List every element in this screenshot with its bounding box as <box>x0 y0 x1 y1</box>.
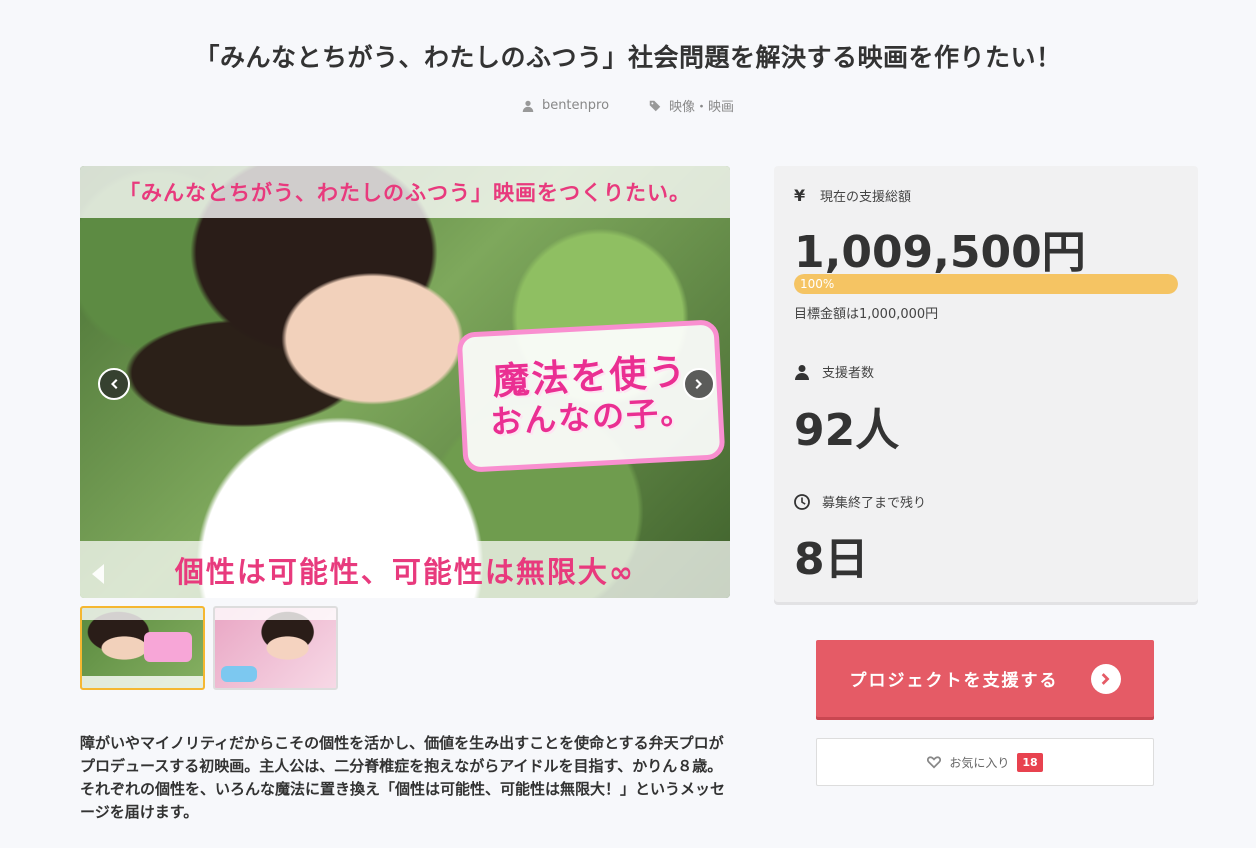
thumbnail-banner-top <box>82 608 203 620</box>
chevron-right-icon <box>695 379 702 389</box>
slide-logo: 魔法を使う おんなの子。 <box>456 319 726 473</box>
favorite-count-badge: 18 <box>1017 752 1043 772</box>
funding-progress-bar: 100% <box>794 274 1178 294</box>
amount-label: 現在の支援総額 <box>820 190 912 205</box>
caret-left-icon <box>92 564 104 584</box>
thumbnail-1[interactable] <box>80 606 205 690</box>
user-icon <box>522 100 534 112</box>
category-link[interactable]: 映像・映画 <box>649 96 734 115</box>
remaining-label: 募集終了まで残り <box>822 496 927 511</box>
amount-value: 1,009,500円 <box>794 227 1086 278</box>
amount-label-row: ¥ 現在の支援総額 <box>794 186 911 205</box>
thumbnail-2[interactable] <box>213 606 338 690</box>
page-title: 「みんなとちがう、わたしのふつう」社会問題を解決する映画を作りたい！ <box>194 43 1062 72</box>
arrow-circle-icon <box>1090 663 1121 694</box>
remaining-value: 8日 <box>794 534 869 585</box>
chevron-right-icon <box>1101 672 1109 685</box>
author-link[interactable]: bentenpro <box>522 96 609 115</box>
clock-icon <box>794 493 810 510</box>
chevron-left-icon <box>111 379 118 389</box>
image-slider[interactable]: 「みんなとちがう、わたしのふつう」映画をつくりたい。 魔法を使う おんなの子。 … <box>80 166 730 598</box>
support-project-button[interactable]: プロジェクトを支援する <box>816 640 1154 717</box>
user-icon <box>795 364 809 380</box>
project-description: 障がいやマイノリティだからこその個性を活かし、価値を生み出すことを使命とする弁天… <box>80 734 726 821</box>
heart-icon <box>927 756 942 769</box>
supporters-label: 支援者数 <box>822 366 875 381</box>
thumbnail-banner-top <box>215 608 336 620</box>
yen-icon: ¥ <box>794 186 806 205</box>
favorite-label: お気に入り <box>949 755 1010 770</box>
slider-next-button[interactable] <box>683 368 715 400</box>
favorite-button[interactable]: お気に入り 18 <box>816 738 1154 786</box>
remaining-label-row: 募集終了まで残り <box>794 492 926 511</box>
supporters-label-row: 支援者数 <box>794 362 874 381</box>
thumbnail-logo <box>144 632 192 662</box>
support-button-label: プロジェクトを支援する <box>849 671 1059 691</box>
progress-fill: 100% <box>794 274 1178 294</box>
stats-card: ¥ 現在の支援総額 1,009,500円 100% 目標金額は1,000,000… <box>774 166 1198 602</box>
supporters-value: 92人 <box>794 405 900 456</box>
goal-amount: 目標金額は1,000,000円 <box>794 307 939 322</box>
thumbnail-logo <box>221 666 257 682</box>
category-name: 映像・映画 <box>669 100 735 115</box>
progress-text: 100% <box>800 277 835 291</box>
author-name: bentenpro <box>541 98 610 113</box>
thumbnail-banner-bottom <box>82 676 203 688</box>
project-meta: bentenpro 映像・映画 <box>0 96 1256 115</box>
thumbnail-strip <box>80 606 338 690</box>
slide-banner-top: 「みんなとちがう、わたしのふつう」映画をつくりたい。 <box>80 166 730 218</box>
slide-banner-bottom: 個性は可能性、可能性は無限大∞ <box>80 541 730 598</box>
tag-icon <box>649 100 661 111</box>
slider-prev-button[interactable] <box>98 368 130 400</box>
